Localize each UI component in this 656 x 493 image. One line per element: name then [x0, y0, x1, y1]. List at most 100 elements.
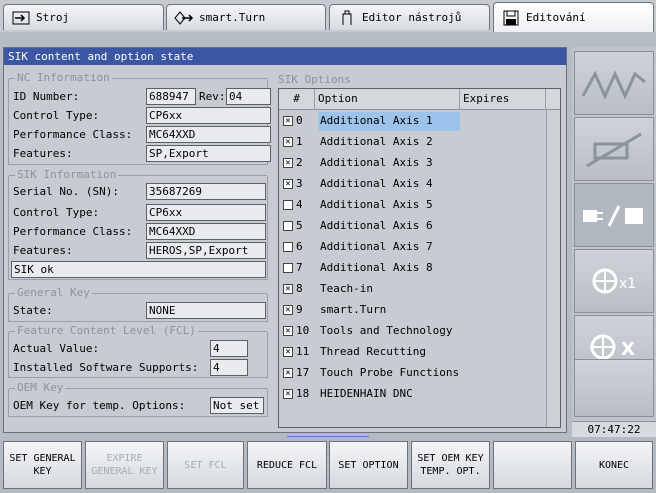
table-scrollbar[interactable] — [546, 110, 560, 427]
option-checkbox[interactable] — [283, 263, 293, 273]
table-row[interactable]: ✕ 17 Touch Probe Functions — [279, 363, 560, 384]
reduce-fcl-button[interactable]: REDUCE FCL — [247, 441, 327, 489]
rapid-x1-icon: x1 — [592, 268, 636, 294]
tab-smart-turn[interactable]: smart.Turn — [166, 4, 326, 30]
table-row[interactable]: 6 Additional Axis 7 — [279, 237, 560, 258]
set-general-key-button[interactable]: SET GENERAL KEY — [3, 441, 82, 489]
svg-text:x1: x1 — [619, 276, 636, 292]
option-name: Additional Axis 6 — [320, 219, 433, 232]
option-name: Additional Axis 8 — [320, 261, 433, 274]
tab-label: Stroj — [36, 11, 70, 24]
table-row[interactable]: ✕ 9 smart.Turn — [279, 300, 560, 321]
svg-text:X: X — [621, 339, 635, 360]
option-name: Additional Axis 1 — [318, 112, 460, 131]
table-row[interactable]: ✕ 0 Additional Axis 1 — [279, 111, 560, 132]
table-header: # Option Expires — [279, 89, 560, 110]
option-number: 4 — [296, 198, 303, 211]
empty-right-button[interactable] — [574, 359, 654, 417]
plug-button[interactable] — [574, 183, 654, 247]
option-name: Additional Axis 4 — [320, 177, 433, 190]
right-softkey-panel: x1 X — [572, 47, 656, 433]
option-checkbox[interactable]: ✕ — [283, 116, 293, 126]
tab-label: Editování — [526, 11, 586, 24]
table-row[interactable]: ✕ 1 Additional Axis 2 — [279, 132, 560, 153]
option-name: Additional Axis 2 — [320, 135, 433, 148]
dialog-title: SIK content and option state — [4, 48, 566, 65]
sik-features-label: Features: — [13, 244, 73, 257]
table-row[interactable]: ✕ 10 Tools and Technology — [279, 321, 560, 342]
option-number: 17 — [296, 366, 310, 379]
softkey-bar: SET GENERAL KEY EXPIRE GENERAL KEY SET F… — [0, 437, 656, 493]
option-number: 0 — [296, 114, 303, 127]
option-checkbox[interactable]: ✕ — [283, 158, 293, 168]
zigzag-feed-icon — [581, 70, 646, 100]
table-row[interactable]: ✕ 3 Additional Axis 4 — [279, 174, 560, 195]
option-checkbox[interactable]: ✕ — [283, 368, 293, 378]
konec-button[interactable]: KONEC — [575, 441, 653, 489]
rapid-x1-button[interactable]: x1 — [574, 249, 654, 313]
general-key-state-label: State: — [13, 304, 53, 317]
group-legend: NC Information — [15, 71, 112, 85]
tab-editovani[interactable]: Editování — [493, 2, 654, 32]
col-option-header: Option — [315, 89, 460, 110]
option-checkbox[interactable]: ✕ — [283, 179, 293, 189]
sik-features-value: HEROS,SP,Export — [146, 242, 266, 259]
option-number: 18 — [296, 387, 310, 400]
set-fcl-button[interactable]: SET FCL — [167, 441, 244, 489]
table-row[interactable]: ✕ 2 Additional Axis 3 — [279, 153, 560, 174]
option-checkbox[interactable]: ✕ — [283, 137, 293, 147]
table-row[interactable]: ✕ 11 Thread Recutting — [279, 342, 560, 363]
rev-value: 04 — [226, 88, 271, 105]
group-legend: SIK Information — [15, 168, 119, 182]
save-icon — [500, 10, 522, 26]
option-checkbox[interactable]: ✕ — [283, 389, 293, 399]
set-oem-key-temp-opt-button[interactable]: SET OEM KEY TEMP. OPT. — [411, 441, 490, 489]
option-name: Thread Recutting — [320, 345, 426, 358]
option-checkbox[interactable]: ✕ — [283, 347, 293, 357]
serial-number-value: 35687269 — [146, 183, 266, 200]
option-name: Additional Axis 5 — [320, 198, 433, 211]
option-checkbox[interactable]: ✕ — [283, 305, 293, 315]
table-row[interactable]: 7 Additional Axis 8 — [279, 258, 560, 279]
option-number: 11 — [296, 345, 310, 358]
option-name: Touch Probe Functions — [320, 366, 460, 379]
tab-editor-nastroju[interactable]: Editor nástrojů — [329, 4, 490, 30]
oem-temp-value: Not set — [210, 397, 264, 414]
tab-bar: Stroj smart.Turn Editor nástrojů Editová… — [0, 0, 656, 32]
option-number: 6 — [296, 240, 303, 253]
nc-features-value: SP,Export — [146, 145, 271, 162]
option-number: 10 — [296, 324, 310, 337]
set-option-button[interactable]: SET OPTION — [329, 441, 408, 489]
option-checkbox[interactable] — [283, 221, 293, 231]
option-checkbox[interactable] — [283, 242, 293, 252]
table-row[interactable]: ✕ 18 HEIDENHAIN DNC — [279, 384, 560, 405]
table-row[interactable]: 5 Additional Axis 6 — [279, 216, 560, 237]
tab-label: smart.Turn — [199, 11, 266, 24]
option-name: Additional Axis 7 — [320, 240, 433, 253]
group-legend: Feature Content Level (FCL) — [15, 324, 198, 338]
id-number-value: 688947 — [146, 88, 196, 105]
sik-options-legend: SIK Options — [276, 73, 353, 87]
option-number: 8 — [296, 282, 303, 295]
id-number-label: ID Number: — [13, 90, 80, 103]
table-row[interactable]: 4 Additional Axis 5 — [279, 195, 560, 216]
option-number: 9 — [296, 303, 303, 316]
option-name: Teach-in — [320, 282, 373, 295]
empty-softkey[interactable] — [493, 441, 572, 489]
option-checkbox[interactable]: ✕ — [283, 326, 293, 336]
tool-off-button[interactable] — [574, 117, 654, 181]
option-checkbox[interactable]: ✕ — [283, 284, 293, 294]
fcl-installed-value: 4 — [210, 359, 248, 376]
feed-button[interactable] — [574, 51, 654, 115]
diamond-arrow-icon — [173, 10, 195, 26]
table-row[interactable]: ✕ 8 Teach-in — [279, 279, 560, 300]
sik-performance-class-value: MC64XXD — [146, 223, 266, 240]
sik-control-type-label: Control Type: — [13, 206, 100, 219]
option-number: 3 — [296, 177, 303, 190]
sik-performance-class-label: Performance Class: — [13, 225, 133, 238]
nc-control-type-value: CP6xx — [146, 107, 271, 124]
option-checkbox[interactable] — [283, 200, 293, 210]
sik-status: SIK ok — [11, 261, 266, 278]
expire-general-key-button[interactable]: EXPIRE GENERAL KEY — [85, 441, 164, 489]
tab-stroj[interactable]: Stroj — [3, 4, 164, 30]
